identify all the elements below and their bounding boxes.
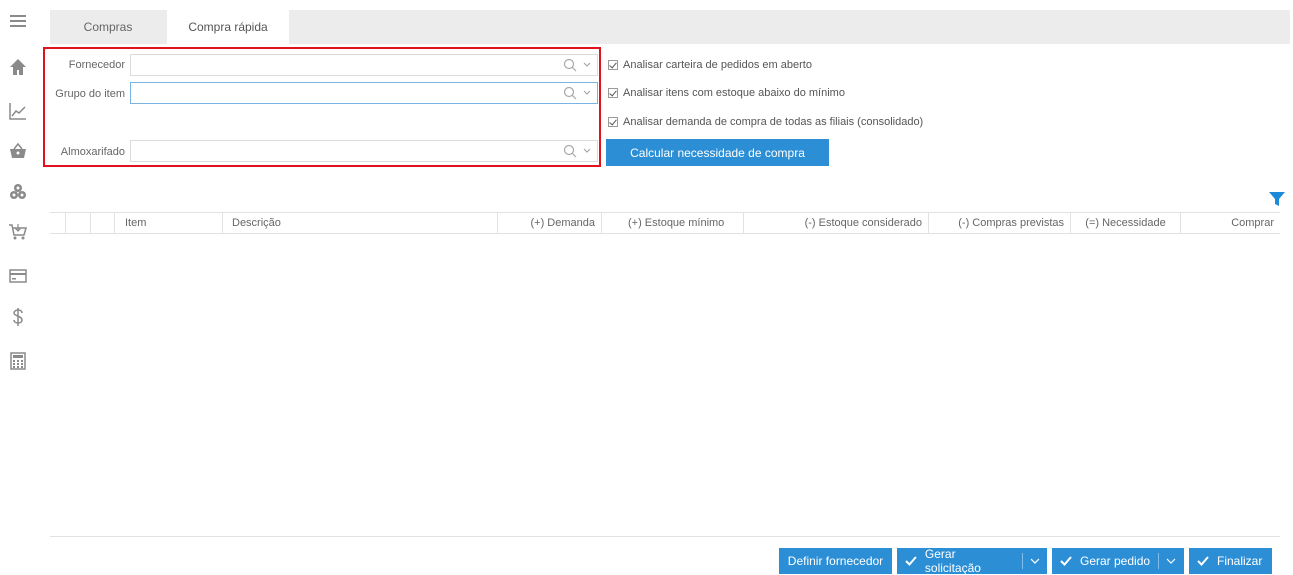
grupo-field[interactable]: [130, 82, 598, 104]
col-necessidade[interactable]: (=) Necessidade: [1071, 213, 1181, 233]
search-icon[interactable]: [563, 144, 577, 158]
col-comprar[interactable]: Comprar: [1181, 213, 1280, 233]
col-descricao[interactable]: Descrição: [223, 213, 498, 233]
check-icon[interactable]: [608, 60, 618, 70]
grid-status-col: [91, 213, 115, 233]
calcular-button[interactable]: Calcular necessidade de compra: [606, 139, 829, 166]
search-icon[interactable]: [563, 58, 577, 72]
almoxarifado-field[interactable]: [130, 140, 598, 162]
almoxarifado-label: Almoxarifado: [60, 146, 125, 158]
grid-spacer-col: [50, 213, 66, 233]
search-icon[interactable]: [563, 86, 577, 100]
gerar-pedido-button[interactable]: Gerar pedido: [1052, 548, 1184, 574]
check-icon: [1060, 556, 1072, 566]
menu-icon[interactable]: [6, 10, 30, 32]
grid-select-col[interactable]: [66, 213, 91, 233]
boxes-icon[interactable]: [6, 181, 30, 203]
gerar-solicitacao-button[interactable]: Gerar solicitação: [897, 547, 1047, 575]
col-item[interactable]: Item: [115, 213, 223, 233]
gerar-solicitacao-label: Gerar solicitação: [924, 547, 981, 575]
fornecedor-label: Fornecedor: [68, 59, 125, 71]
button-separator: [1158, 553, 1160, 569]
grupo-label: Grupo do item: [55, 88, 125, 100]
finalizar-button[interactable]: Finalizar: [1189, 548, 1272, 574]
col-estoque-considerado[interactable]: (-) Estoque considerado: [744, 213, 929, 233]
col-demanda[interactable]: (+) Demanda: [498, 213, 602, 233]
chevron-down-icon[interactable]: [1165, 556, 1177, 566]
check-icon[interactable]: [608, 117, 618, 127]
cart-icon[interactable]: [6, 221, 30, 243]
check-icon: [905, 556, 917, 566]
check-icon[interactable]: [608, 88, 618, 98]
fornecedor-field[interactable]: [130, 54, 598, 76]
grid-footer-divider: [50, 536, 1280, 537]
tab-compras[interactable]: Compras: [50, 10, 166, 44]
tab-compra-rapida[interactable]: Compra rápida: [167, 10, 289, 44]
grid-header: Item Descrição (+) Demanda (+) Estoque m…: [50, 212, 1280, 234]
chevron-down-icon[interactable]: [582, 145, 592, 157]
chevron-down-icon[interactable]: [582, 59, 592, 71]
chart-icon[interactable]: [6, 100, 30, 122]
calculator-icon[interactable]: [6, 350, 30, 372]
col-estoque-minimo[interactable]: (+) Estoque mínimo: [602, 213, 744, 233]
side-nav: [0, 0, 38, 574]
home-icon[interactable]: [6, 56, 30, 78]
gerar-pedido-label: Gerar pedido: [1080, 554, 1151, 568]
finalizar-label: Finalizar: [1217, 554, 1263, 568]
checkbox-carteira[interactable]: Analisar carteira de pedidos em aberto: [608, 59, 812, 71]
card-icon[interactable]: [6, 265, 30, 287]
dollar-icon[interactable]: [6, 306, 30, 328]
chevron-down-icon[interactable]: [1029, 556, 1041, 566]
basket-icon[interactable]: [6, 140, 30, 162]
checkbox-demanda-label: Analisar demanda de compra de todas as f…: [623, 116, 924, 128]
checkbox-estoque-label: Analisar itens com estoque abaixo do mín…: [623, 87, 845, 99]
checkbox-estoque[interactable]: Analisar itens com estoque abaixo do mín…: [608, 87, 845, 99]
tab-bar: Compras Compra rápida: [50, 10, 1290, 44]
check-icon: [1197, 556, 1209, 566]
chevron-down-icon[interactable]: [582, 87, 592, 99]
definir-fornecedor-button[interactable]: Definir fornecedor: [779, 548, 892, 574]
checkbox-demanda[interactable]: Analisar demanda de compra de todas as f…: [608, 116, 923, 128]
filter-icon[interactable]: [1269, 192, 1285, 206]
button-separator: [1022, 553, 1024, 569]
checkbox-carteira-label: Analisar carteira de pedidos em aberto: [623, 59, 812, 71]
col-compras-previstas[interactable]: (-) Compras previstas: [929, 213, 1071, 233]
